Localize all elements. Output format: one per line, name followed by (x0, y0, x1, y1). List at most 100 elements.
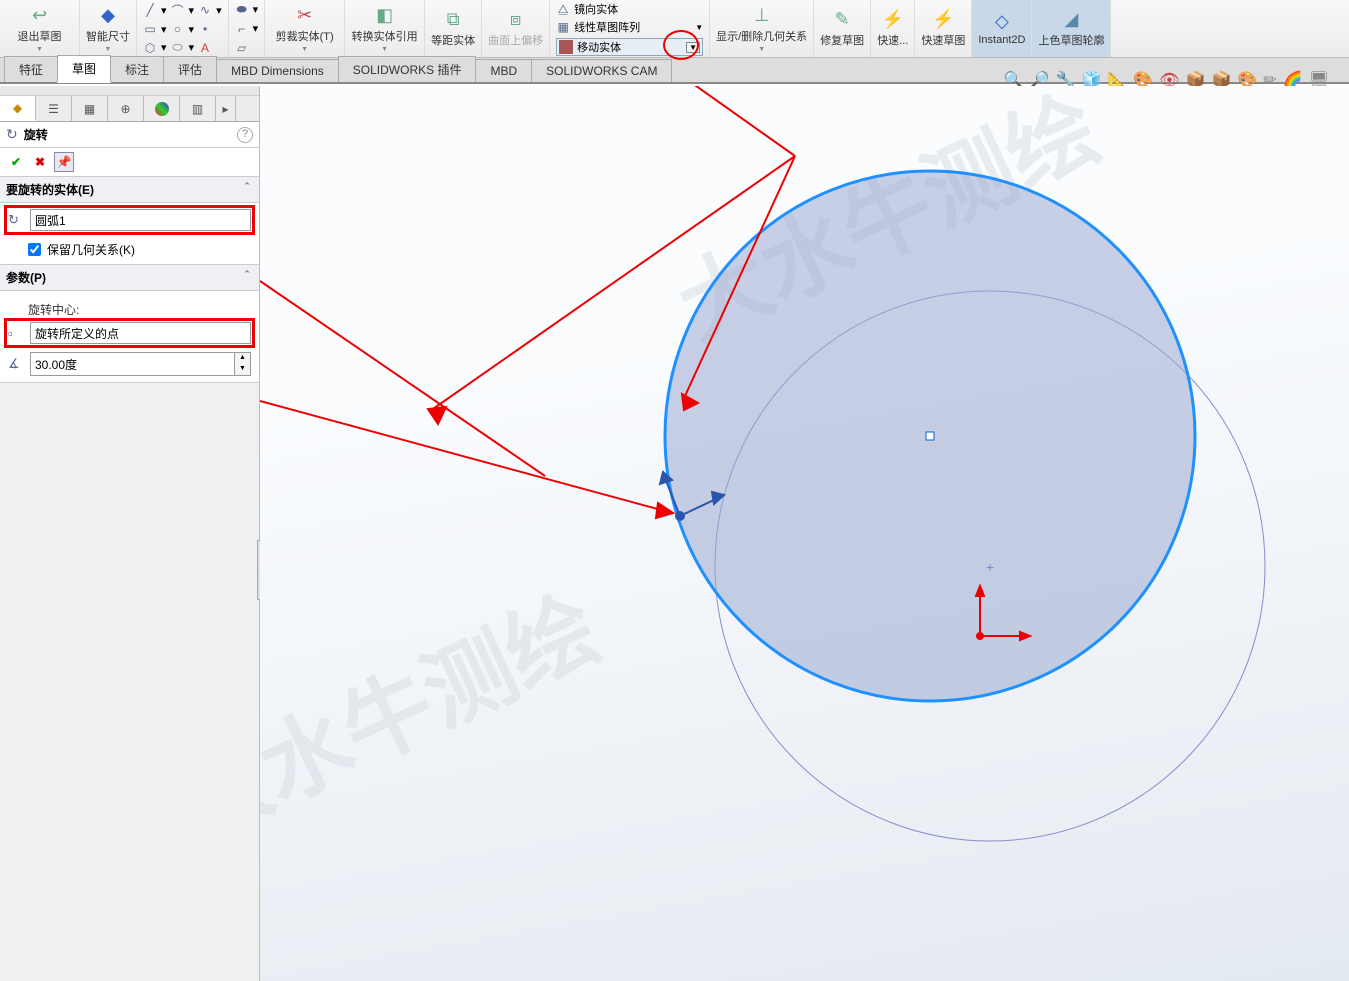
relations-button[interactable]: ⊥ 显示/删除几何关系 ▼ (710, 0, 814, 57)
graphics-viewport[interactable]: 大水牛测绘 大水牛测绘 + (260, 86, 1349, 981)
draw-tools-2: ⬬▾ ⌐▾ ▱ (229, 0, 266, 57)
plane-tool[interactable]: ▱ (235, 40, 259, 56)
repair-button[interactable]: ✎ 修复草图 (814, 0, 871, 57)
offset-icon: ⧉ (447, 9, 460, 30)
shade-contour-button[interactable]: ◢ 上色草图轮廓 (1032, 0, 1111, 57)
mirror-icon: ⧋ (556, 2, 570, 17)
trim-icon: ✂ (297, 5, 312, 26)
ellipse-icon: ⬭ (171, 40, 185, 55)
surface-offset-button: ⧈ 曲面上偏移 (482, 0, 550, 57)
rect-tool[interactable]: ▭▾ ○▾ • (143, 21, 222, 37)
instant2d-icon: ◇ (995, 11, 1009, 32)
rapid-sketch-button[interactable]: ⚡ 快速草图 (915, 0, 972, 57)
dimension-icon: ◆ (101, 5, 115, 26)
instant2d-button[interactable]: ◇ Instant2D (972, 0, 1032, 57)
spin-down[interactable]: ▼ (234, 364, 250, 375)
plane-icon: ▱ (235, 41, 249, 55)
draw-tools-1: ╱▾ ⌒▾ ∿▾ ▭▾ ○▾ • ⬡▾ ⬭▾ A (137, 0, 229, 57)
quick-icon: ⚡ (882, 9, 904, 30)
pm-tab-expand[interactable]: ▸ (216, 96, 236, 121)
instant2d-label: Instant2D (978, 34, 1025, 46)
offset-button[interactable]: ⧉ 等距实体 (425, 0, 482, 57)
move-entity-label: 移动实体 (573, 39, 625, 55)
annotation-circle-dropdown (663, 30, 699, 60)
cancel-button[interactable]: ✖ (30, 152, 50, 172)
quick-label: 快速... (877, 32, 908, 48)
ok-button[interactable]: ✔ (6, 152, 26, 172)
angle-icon: ∡ (8, 356, 24, 372)
entity-selection-box[interactable]: ↻ (8, 209, 251, 231)
trim-label: 剪裁实体(T) (276, 28, 334, 44)
section-entities-label: 要旋转的实体(E) (6, 181, 94, 198)
pm-tab-more[interactable]: ▥ (180, 96, 216, 121)
arc-icon: ⌒ (171, 2, 185, 19)
repair-icon: ✎ (835, 9, 850, 30)
pin-button[interactable]: 📌 (54, 152, 74, 172)
spin-up[interactable]: ▲ (234, 353, 250, 364)
tab-features[interactable]: 特征 (4, 56, 58, 82)
convert-icon: ◧ (376, 5, 393, 26)
tab-mbd[interactable]: MBD (475, 59, 532, 82)
quick-button[interactable]: ⚡ 快速... (871, 0, 915, 57)
rect-icon: ▭ (143, 22, 157, 36)
exit-sketch-button[interactable]: ↩ 退出草图 ▼ (0, 0, 80, 57)
pm-tab-appearance[interactable] (144, 96, 180, 121)
tab-evaluate[interactable]: 评估 (163, 56, 217, 82)
section-entities[interactable]: 要旋转的实体(E) ＾ (0, 177, 259, 203)
mirror-tool[interactable]: ⧋镜向实体 (556, 0, 703, 18)
keep-relations-row[interactable]: 保留几何关系(K) (8, 241, 251, 258)
move-icon (559, 40, 573, 54)
collapse-icon[interactable]: ＾ (241, 181, 253, 198)
keep-relations-checkbox[interactable] (28, 243, 41, 256)
tab-cam[interactable]: SOLIDWORKS CAM (531, 59, 672, 82)
relations-label: 显示/删除几何关系 (716, 28, 807, 44)
slot-icon: ⬬ (235, 2, 249, 17)
pm-tab-feature[interactable]: ◆ (0, 96, 36, 121)
shade-label: 上色草图轮廓 (1038, 32, 1104, 48)
center-selection-box[interactable]: ▫ (8, 322, 251, 344)
spline-icon: ∿ (198, 3, 212, 17)
surface-offset-icon: ⧈ (510, 9, 521, 30)
pm-tab-row: ◆ ☰ ▦ ⊕ ▥ ▸ (0, 96, 259, 122)
ghost-center-marker: + (986, 559, 994, 575)
poly-tool[interactable]: ⬡▾ ⬭▾ A (143, 39, 222, 56)
pm-title: 旋转 (24, 126, 237, 143)
circle-icon: ○ (171, 22, 185, 36)
annotation-arrow-2 (260, 281, 545, 476)
tab-mbd-dim[interactable]: MBD Dimensions (216, 59, 339, 82)
pm-header: ↻ 旋转 ? (0, 122, 259, 148)
line-icon: ╱ (143, 3, 157, 17)
line-tool[interactable]: ╱▾ ⌒▾ ∿▾ (143, 1, 222, 20)
trim-button[interactable]: ✂ 剪裁实体(T) ▼ (265, 0, 345, 57)
property-manager-panel: ◆ ☰ ▦ ⊕ ▥ ▸ ↻ 旋转 ? ✔ ✖ 📌 要旋转的实体(E) ＾ ↻ 保… (0, 86, 260, 981)
text-icon: A (198, 41, 212, 55)
smart-dim-label: 智能尺寸 (86, 28, 130, 44)
poly-icon: ⬡ (143, 41, 157, 55)
fillet-icon: ⌐ (235, 22, 249, 36)
tab-sketch[interactable]: 草图 (57, 55, 111, 83)
tab-annotate[interactable]: 标注 (110, 56, 164, 82)
center-point-marker[interactable] (926, 432, 934, 440)
pm-actions: ✔ ✖ 📌 (0, 148, 259, 177)
convert-label: 转换实体引用 (352, 28, 418, 44)
center-input[interactable] (30, 322, 251, 344)
pm-tab-display[interactable]: ▦ (72, 96, 108, 121)
section-params[interactable]: 参数(P) ＾ (0, 265, 259, 291)
collapse-icon-2[interactable]: ＾ (241, 269, 253, 286)
smart-dimension-button[interactable]: ◆ 智能尺寸 ▼ (80, 0, 137, 57)
slot-tool[interactable]: ⬬▾ (235, 1, 259, 18)
tab-addins[interactable]: SOLIDWORKS 插件 (338, 56, 477, 82)
entity-input[interactable] (30, 209, 251, 231)
pm-tab-target[interactable]: ⊕ (108, 96, 144, 121)
point-icon: • (198, 22, 212, 36)
help-icon[interactable]: ? (237, 127, 253, 143)
rotate-cmd-icon: ↻ (6, 126, 18, 143)
fillet-tool[interactable]: ⌐▾ (235, 21, 259, 37)
pm-tab-config[interactable]: ☰ (36, 96, 72, 121)
entities-body: ↻ 保留几何关系(K) (0, 203, 259, 265)
annotation-arrow-3 (260, 401, 673, 518)
angle-spinner[interactable]: ▲ ▼ (30, 352, 251, 376)
angle-input[interactable] (31, 353, 234, 375)
convert-button[interactable]: ◧ 转换实体引用 ▼ (345, 0, 425, 57)
repair-label: 修复草图 (820, 32, 864, 48)
